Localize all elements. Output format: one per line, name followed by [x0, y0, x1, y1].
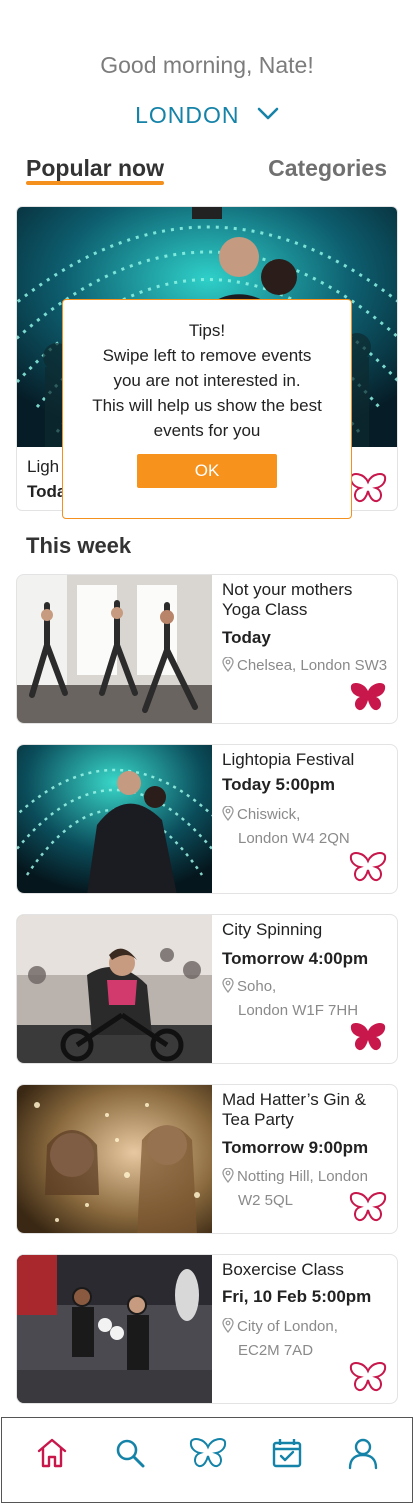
spinning-class-photo	[17, 915, 212, 1063]
location-line: London W4 2QN	[238, 830, 350, 847]
location-line: Chelsea, London SW3	[237, 657, 388, 674]
tips-line: Swipe left to remove events	[102, 346, 312, 365]
bottom-tab-bar	[1, 1417, 413, 1503]
event-location: Chelsea, London SW3	[222, 655, 394, 679]
event-card[interactable]: Boxercise Class Fri, 10 Feb 5:00pm City …	[16, 1254, 398, 1404]
butterfly-icon[interactable]	[188, 1435, 228, 1471]
calendar-icon[interactable]	[269, 1435, 305, 1471]
active-tab-indicator	[26, 181, 164, 185]
location-line: Chiswick,	[237, 806, 301, 823]
butterfly-icon[interactable]	[349, 1022, 387, 1057]
featured-event-title: Ligh	[27, 457, 60, 476]
location-pin-icon	[222, 1167, 234, 1190]
tab-categories[interactable]: Categories	[268, 155, 387, 182]
chevron-down-icon	[257, 100, 279, 127]
butterfly-icon[interactable]	[349, 1362, 387, 1397]
tab-popular-now[interactable]: Popular now	[26, 155, 164, 185]
boxercise-photo	[17, 1255, 212, 1403]
location-pin-icon	[222, 656, 234, 679]
tips-line: events for you	[153, 421, 261, 440]
tips-line: you are not interested in.	[113, 371, 301, 390]
butterfly-icon[interactable]	[349, 473, 387, 508]
party-photo	[17, 1085, 212, 1233]
event-card[interactable]: Not your mothers Yoga Class Today Chelse…	[16, 574, 398, 724]
tips-dialog: Tips! Swipe left to remove events you ar…	[62, 299, 352, 519]
event-title: City Spinning	[222, 920, 323, 939]
butterfly-icon[interactable]	[349, 852, 387, 887]
ok-button[interactable]: OK	[137, 454, 277, 488]
location-line: EC2M 7AD	[238, 1342, 314, 1359]
location-pin-icon	[222, 805, 234, 828]
event-card[interactable]: Mad Hatter’s Gin & Tea Party Tomorrow 9:…	[16, 1084, 398, 1234]
event-date: Today	[222, 628, 271, 647]
event-date: Today 5:00pm	[222, 775, 336, 794]
event-date: Tomorrow 9:00pm	[222, 1138, 369, 1157]
location-line: London W1F 7HH	[238, 1002, 359, 1019]
event-card[interactable]: City Spinning Tomorrow 4:00pm Soho, Lond…	[16, 914, 398, 1064]
location-line: Notting Hill, London	[237, 1168, 368, 1185]
tab-popular-label: Popular now	[26, 155, 164, 181]
butterfly-icon[interactable]	[349, 1192, 387, 1227]
location-line: Soho,	[237, 978, 277, 995]
butterfly-icon[interactable]	[349, 682, 387, 717]
event-title: Mad Hatter’s Gin & Tea Party	[222, 1090, 366, 1129]
city-selector[interactable]: LONDON	[0, 102, 414, 130]
tips-line: This will help us show the best	[92, 396, 322, 415]
event-location: Soho, London W1F 7HH	[222, 976, 394, 1022]
tips-heading: Tips!	[188, 321, 226, 340]
light-festival-photo	[17, 745, 212, 893]
event-card[interactable]: Lightopia Festival Today 5:00pm Chiswick…	[16, 744, 398, 894]
greeting-text: Good morning, Nate!	[100, 52, 314, 78]
search-icon[interactable]	[112, 1435, 148, 1471]
location-pin-icon	[222, 977, 234, 1000]
event-title: Boxercise Class	[222, 1260, 344, 1279]
featured-event-date: Toda	[27, 482, 67, 501]
event-location: Chiswick, London W4 2QN	[222, 804, 394, 850]
location-pin-icon	[222, 1317, 234, 1340]
location-line: City of London,	[237, 1318, 338, 1335]
event-title: Lightopia Festival	[222, 750, 355, 769]
event-location: City of London, EC2M 7AD	[222, 1316, 394, 1362]
yoga-class-photo	[17, 575, 212, 723]
event-title: Not your mothers Yoga Class	[222, 580, 353, 619]
event-date: Fri, 10 Feb 5:00pm	[222, 1287, 372, 1306]
city-label: LONDON	[135, 102, 240, 128]
section-title-this-week: This week	[26, 533, 132, 558]
event-date: Tomorrow 4:00pm	[222, 949, 369, 968]
profile-icon[interactable]	[345, 1435, 381, 1471]
home-icon[interactable]	[34, 1435, 70, 1471]
